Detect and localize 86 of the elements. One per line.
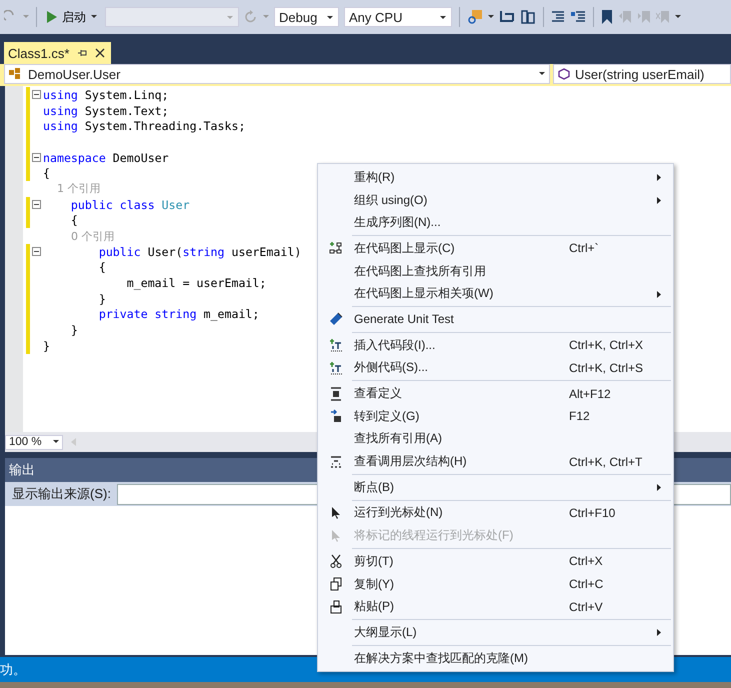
code-line: } — [43, 338, 50, 353]
menu-item-label: 生成序列图(N)... — [354, 214, 442, 232]
panel-icon[interactable] — [520, 9, 536, 25]
bookmark-icon[interactable] — [601, 10, 613, 24]
menu-item-label: 在代码图上显示(C) — [354, 240, 456, 257]
caret-icon — [53, 440, 59, 444]
collapse-icon[interactable] — [32, 153, 41, 162]
type-combo[interactable]: DemoUser.User — [4, 64, 550, 84]
code-line: namespace DemoUser — [43, 150, 169, 165]
menu-item-label: 重构(R) — [354, 168, 396, 186]
caret-icon — [539, 72, 545, 76]
configuration-combo[interactable]: Debug — [274, 7, 339, 27]
menu-item-label: 外侧代码(S)... — [354, 359, 429, 376]
snippet-icon — [329, 360, 343, 375]
menu-item-label: 查看定义 — [354, 385, 403, 402]
member-combo[interactable]: User(string userEmail) — [553, 64, 731, 84]
document-tab[interactable]: Class1.cs* — [4, 42, 112, 64]
indent-icon[interactable] — [551, 10, 565, 24]
menu-item-label: 组织 using(O) — [354, 192, 428, 209]
code-line: using System.Threading.Tasks; — [43, 119, 246, 134]
caret-icon[interactable] — [488, 15, 494, 19]
shortcut-text: F12 — [569, 409, 590, 424]
menu-item-label: 在解决方案中查找匹配的克隆(M) — [354, 650, 529, 667]
class-icon — [9, 68, 23, 80]
menu-item-label: 查找所有引用(A) — [354, 430, 443, 448]
code-line: private string m_email; — [98, 307, 260, 322]
menu-item-label: Generate Unit Test — [354, 312, 455, 326]
peek-icon — [330, 386, 342, 401]
find-icon[interactable] — [467, 9, 483, 25]
go-to-icon — [330, 409, 342, 424]
code-line: using System.Linq; — [43, 88, 169, 102]
reference-count: 0 个引用 — [70, 228, 114, 244]
menu-item-label: 将标记的线程运行到光标处(F) — [354, 527, 514, 544]
shortcut-text: Ctrl+V — [569, 600, 603, 614]
shortcut-text: Ctrl+` — [569, 241, 599, 256]
caret-icon[interactable] — [675, 15, 681, 19]
zoom-combo[interactable]: 100 % — [5, 434, 63, 450]
shortcut-text: Alt+F12 — [569, 386, 611, 401]
caret-icon — [227, 16, 233, 20]
source-label: 显示输出来源(S): — [12, 485, 111, 503]
code-line: { — [98, 260, 106, 274]
code-line: public User(string userEmail) — [98, 244, 302, 259]
code-line: } — [98, 292, 106, 306]
menu-item-label: 剪切(T) — [354, 552, 394, 570]
menu-item-label: 插入代码段(I)... — [354, 336, 436, 354]
hierarchy-icon — [330, 456, 342, 468]
platform-combo[interactable]: Any CPU — [344, 7, 452, 27]
shortcut-text: Ctrl+K, Ctrl+X — [569, 338, 644, 352]
menu-item-label: 运行到光标处(N) — [354, 504, 444, 522]
shortcut-text: Ctrl+C — [569, 577, 604, 592]
collapse-icon[interactable] — [32, 90, 41, 100]
start-button[interactable]: 启动 — [44, 6, 100, 28]
status-text: 功。 — [0, 660, 26, 678]
menu-item-label: 复制(Y) — [354, 576, 395, 593]
shortcut-text: Ctrl+X — [569, 554, 603, 568]
shortcut-text: Ctrl+K, Ctrl+S — [569, 360, 644, 375]
menu-item-label: 在代码图上显示相关项(W) — [354, 285, 494, 302]
collapse-icon[interactable] — [32, 247, 41, 256]
caret-icon — [327, 16, 333, 20]
caret-icon — [91, 15, 97, 19]
menu-item-label: 在代码图上查找所有引用 — [354, 262, 487, 280]
menu-item-label: 转到定义(G) — [354, 408, 420, 425]
code-line: public class User — [70, 198, 190, 212]
code-line: { — [43, 166, 50, 180]
pin-icon[interactable] — [77, 48, 88, 58]
copy-icon — [330, 577, 342, 592]
snippet-icon — [329, 338, 343, 352]
code-line: { — [70, 213, 78, 228]
shortcut-text: Ctrl+F10 — [569, 506, 616, 520]
cursor-icon — [332, 530, 340, 542]
code-line: using System.Text; — [43, 104, 169, 118]
scissors-icon — [330, 554, 342, 568]
code-line: } — [70, 323, 78, 338]
menu-item-label: 大纲显示(L) — [354, 624, 418, 641]
menu-item-label: 粘贴(P) — [354, 598, 395, 616]
code-line: m_email = userEmail; — [126, 276, 266, 290]
cursor-icon — [332, 506, 340, 519]
graph-icon — [329, 241, 343, 256]
collapse-icon[interactable] — [32, 200, 41, 210]
cube-icon — [558, 68, 570, 80]
clipboard-icon — [330, 600, 342, 614]
comment-icon[interactable] — [570, 10, 586, 24]
reference-count: 1 个引用 — [56, 181, 100, 196]
play-icon — [47, 11, 57, 23]
close-icon[interactable] — [95, 48, 106, 58]
caret-icon — [440, 16, 446, 20]
